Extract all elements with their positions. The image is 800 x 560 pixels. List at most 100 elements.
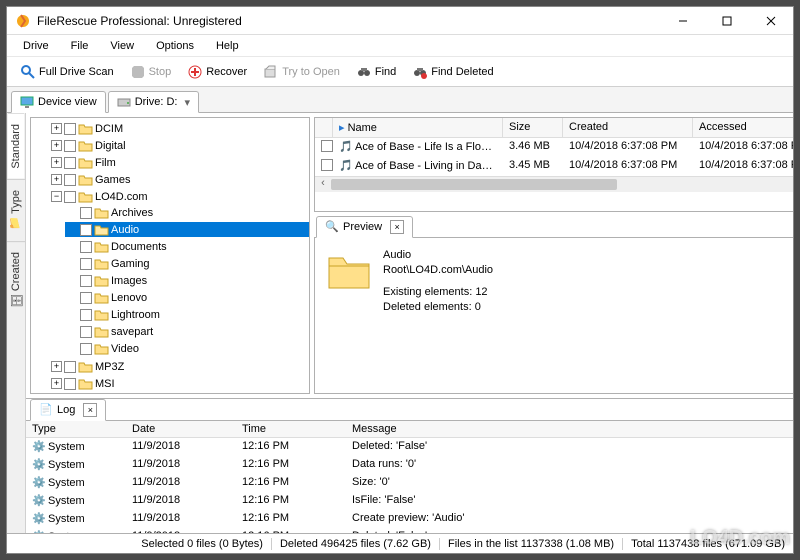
expand-icon[interactable]: + (51, 378, 62, 389)
tree-node-program-files[interactable]: +Program Files (49, 393, 309, 394)
try-to-open-button[interactable]: Try to Open (256, 60, 347, 84)
expand-icon[interactable]: + (51, 174, 62, 185)
sidetab-type[interactable]: 📁Type (7, 179, 25, 241)
tree-node-video[interactable]: Video (65, 341, 309, 356)
tab-log[interactable]: 📄Log× (30, 399, 106, 421)
gear-icon: ⚙️ (32, 494, 46, 508)
file-row[interactable]: 🎵Ace of Base - Life Is a Flower…3.46 MB1… (315, 138, 793, 157)
tree-node-savepart[interactable]: savepart (65, 324, 309, 339)
close-icon[interactable]: × (390, 220, 404, 234)
checkbox[interactable] (64, 157, 76, 169)
checkbox[interactable] (64, 140, 76, 152)
status-deleted: Deleted 496425 files (7.62 GB) (271, 538, 439, 550)
tree-label: Documents (111, 241, 167, 253)
col-accessed[interactable]: Accessed (693, 118, 793, 137)
checkbox[interactable] (80, 241, 92, 253)
menu-options[interactable]: Options (146, 38, 204, 54)
menu-drive[interactable]: Drive (13, 38, 59, 54)
col-name[interactable]: Name (348, 122, 377, 134)
checkbox[interactable] (64, 191, 76, 203)
side-tabs: Standard 📁Type 🗄Created (7, 113, 26, 533)
menu-view[interactable]: View (100, 38, 144, 54)
tree-label: DCIM (95, 123, 123, 135)
menu-file[interactable]: File (61, 38, 99, 54)
tree-node-images[interactable]: Images (65, 273, 309, 288)
stop-button[interactable]: Stop (123, 60, 179, 84)
tree-label: MSI (95, 378, 115, 390)
find-button[interactable]: Find (349, 60, 403, 84)
col-size[interactable]: Size (503, 118, 563, 137)
tree-pane[interactable]: + DCIM +Digital +Film +Games −LO4D.comArchive… (30, 117, 310, 394)
tree-node-film[interactable]: +Film (49, 155, 309, 170)
checkbox[interactable] (80, 326, 92, 338)
checkbox[interactable] (80, 258, 92, 270)
expand-icon[interactable]: − (51, 191, 62, 202)
hscrollbar[interactable]: ‹› (315, 176, 793, 192)
preview-tabs: 🔍Preview× (314, 216, 793, 238)
sidetab-standard[interactable]: Standard (8, 113, 24, 179)
folder-icon: 📁 (9, 217, 23, 231)
log-col-date[interactable]: Date (126, 421, 236, 437)
log-row[interactable]: ⚙️System11/9/201812:16 PMSize: '0' (26, 474, 793, 492)
checkbox[interactable] (80, 275, 92, 287)
minimize-button[interactable] (661, 8, 705, 34)
log-body[interactable]: ⚙️System11/9/201812:16 PMDeleted: 'False… (26, 438, 793, 533)
tree-node-documents[interactable]: Documents (65, 239, 309, 254)
tree-node-lo4d-com[interactable]: −LO4D.com (49, 189, 309, 204)
close-icon[interactable]: × (83, 403, 97, 417)
checkbox[interactable] (80, 343, 92, 355)
col-created[interactable]: Created (563, 118, 693, 137)
sidetab-created[interactable]: 🗄Created (7, 241, 25, 318)
expand-icon[interactable]: + (51, 361, 62, 372)
checkbox[interactable] (80, 224, 92, 236)
log-row[interactable]: ⚙️System11/9/201812:16 PMDeleted: 'False… (26, 438, 793, 456)
log-col-time[interactable]: Time (236, 421, 346, 437)
find-deleted-button[interactable]: Find Deleted (405, 60, 500, 84)
app-icon (15, 13, 31, 29)
folder-icon (94, 257, 109, 270)
checkbox[interactable] (64, 361, 76, 373)
folder-icon (78, 173, 93, 186)
log-col-type[interactable]: Type (26, 421, 126, 437)
checkbox[interactable] (64, 378, 76, 390)
tree-node-mp3z[interactable]: +MP3Z (49, 359, 309, 374)
tree-node-dcim[interactable]: + DCIM (49, 121, 309, 136)
menu-help[interactable]: Help (206, 38, 249, 54)
tree-node-lenovo[interactable]: Lenovo (65, 290, 309, 305)
expand-icon[interactable]: + (51, 157, 62, 168)
checkbox[interactable] (80, 292, 92, 304)
tree-node-audio[interactable]: Audio (65, 222, 309, 237)
close-button[interactable] (749, 8, 793, 34)
maximize-button[interactable] (705, 8, 749, 34)
drive-tabs: Device view Drive: D:▾ (7, 87, 793, 113)
log-row[interactable]: ⚙️System11/9/201812:16 PMData runs: '0' (26, 456, 793, 474)
tree-node-lightroom[interactable]: Lightroom (65, 307, 309, 322)
tree-node-msi[interactable]: + MSI (49, 376, 309, 391)
log-row[interactable]: ⚙️System11/9/201812:16 PMIsFile: 'False' (26, 492, 793, 510)
checkbox[interactable] (64, 174, 76, 186)
tree-node-games[interactable]: +Games (49, 172, 309, 187)
tab-device-view[interactable]: Device view (11, 91, 106, 113)
tab-preview[interactable]: 🔍Preview× (316, 216, 413, 238)
folder-icon (94, 308, 109, 321)
full-drive-scan-button[interactable]: Full Drive Scan (13, 60, 121, 84)
checkbox[interactable] (64, 123, 76, 135)
tree-node-gaming[interactable]: Gaming (65, 256, 309, 271)
expand-icon[interactable]: + (51, 140, 62, 151)
tree-node-digital[interactable]: +Digital (49, 138, 309, 153)
checkbox[interactable] (80, 309, 92, 321)
recover-button[interactable]: Recover (180, 60, 254, 84)
file-row[interactable]: 🎵Ace of Base - Living in Dange…3.45 MB10… (315, 157, 793, 176)
file-list[interactable]: ▸ Name Size Created Accessed 🎵Ace of Bas… (314, 117, 793, 212)
checkbox[interactable] (321, 140, 333, 152)
checkbox[interactable] (80, 207, 92, 219)
log-col-message[interactable]: Message (346, 421, 793, 437)
expand-icon[interactable]: + (51, 123, 62, 134)
tab-drive-d[interactable]: Drive: D:▾ (108, 91, 199, 113)
preview-existing: Existing elements: 12 (383, 285, 493, 300)
folder-icon (78, 156, 93, 169)
log-icon: 📄 (39, 403, 53, 417)
tree-node-archives[interactable]: Archives (65, 205, 309, 220)
log-row[interactable]: ⚙️System11/9/201812:16 PMCreate preview:… (26, 510, 793, 528)
checkbox[interactable] (321, 159, 333, 171)
